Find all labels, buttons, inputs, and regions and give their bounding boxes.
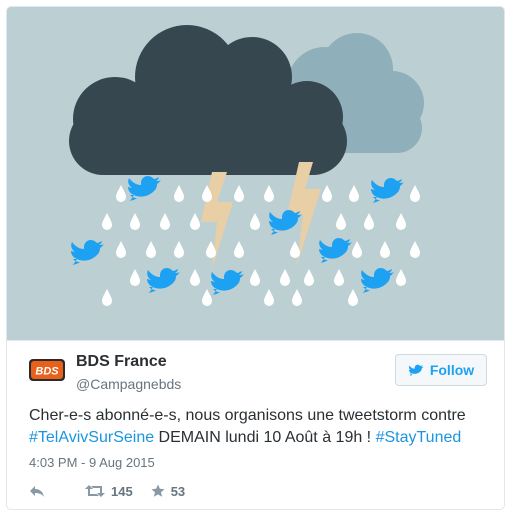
retweet-count: 145 [111, 483, 133, 499]
follow-button[interactable]: Follow [395, 354, 487, 386]
lightning-bolts [201, 162, 321, 269]
hashtag-telavivsurseine[interactable]: #TelAvivSurSeine [29, 429, 154, 446]
retweet-button[interactable]: 145 [85, 484, 133, 499]
retweet-icon [85, 485, 105, 497]
tweet-text: Cher-e-s abonné-e-s, nous organisons une… [29, 405, 499, 449]
media-divider [7, 340, 504, 341]
tweet-actions: 145 53 [29, 481, 185, 501]
tweet-text-part1: Cher-e-s abonné-e-s, nous organisons une… [29, 407, 466, 424]
tweet-timestamp[interactable]: 4:03 PM - 9 Aug 2015 [29, 455, 155, 470]
svg-text:BDS: BDS [35, 366, 59, 378]
reply-icon [30, 486, 44, 497]
twitter-bird-icon [408, 364, 424, 376]
tweet-card: BDS BDS France @Campagnebds Follow Cher-… [6, 6, 505, 510]
tweet-text-part2: DEMAIN lundi 10 Août à 19h ! [154, 429, 376, 446]
storm-cloud-illustration [69, 25, 424, 306]
dark-cloud [69, 25, 347, 175]
tweet-media-image[interactable] [7, 7, 504, 340]
follow-label: Follow [429, 362, 475, 378]
avatar[interactable]: BDS [29, 359, 65, 381]
like-count: 53 [170, 483, 186, 499]
bds-logo-icon: BDS [29, 359, 65, 381]
reply-button[interactable] [29, 484, 51, 498]
star-icon [151, 484, 165, 497]
hashtag-staytuned[interactable]: #StayTuned [376, 429, 462, 446]
display-name[interactable]: BDS France [76, 353, 167, 371]
like-button[interactable]: 53 [151, 484, 185, 499]
user-handle[interactable]: @Campagnebds [76, 376, 181, 392]
